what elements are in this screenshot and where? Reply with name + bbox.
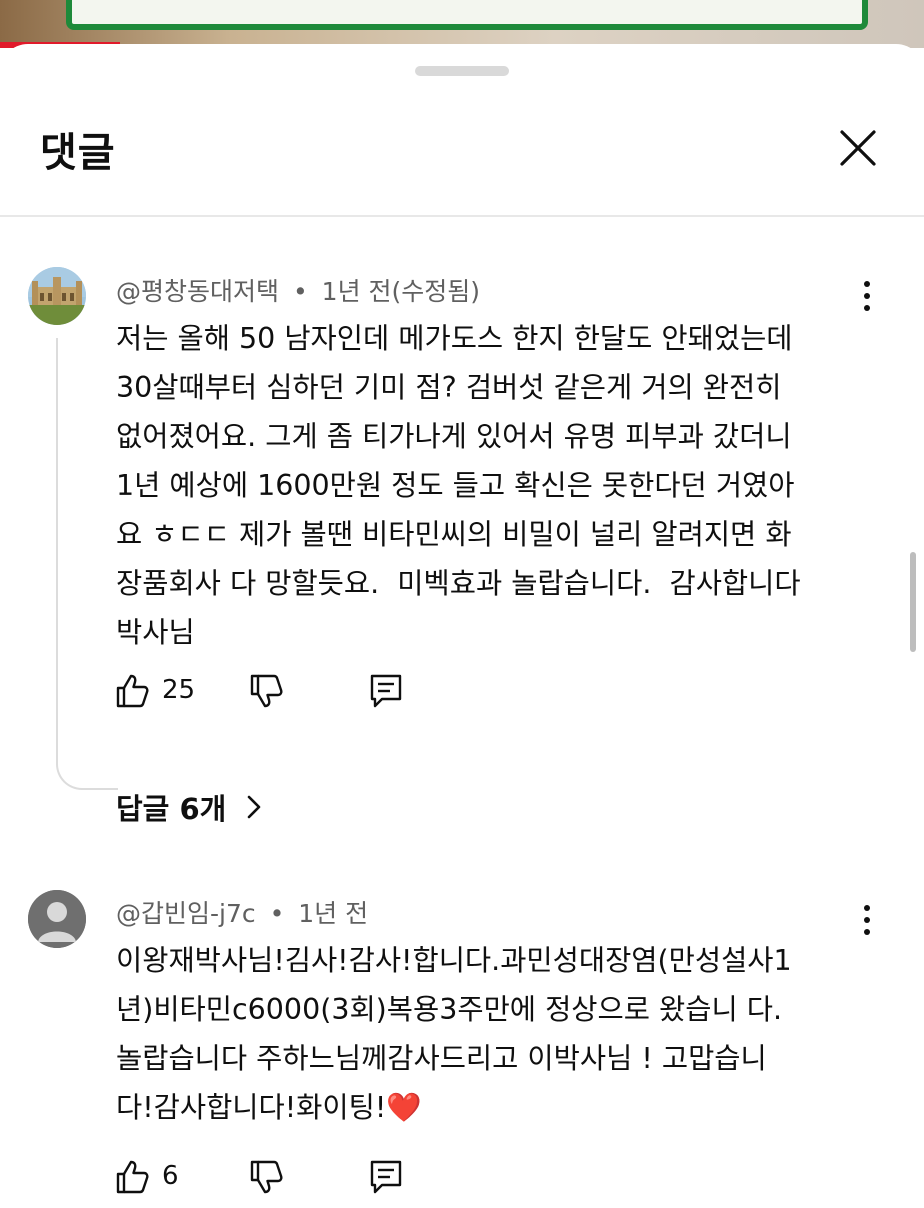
avatar[interactable] bbox=[28, 890, 86, 948]
reply-comment-icon bbox=[370, 1160, 402, 1194]
comment-text: 이왕재박사님!김사!감사!합니다.과민성대장염(만성설사1 년)비타민c6000… bbox=[116, 936, 876, 1132]
comment-time: 1년 전(수정됨) bbox=[321, 277, 481, 306]
more-options-button[interactable] bbox=[850, 276, 884, 316]
meta-separator: • bbox=[269, 899, 285, 928]
like-count: 25 bbox=[162, 675, 196, 705]
thumb-up-icon bbox=[116, 1160, 149, 1194]
reply-button[interactable] bbox=[366, 671, 406, 711]
more-options-button[interactable] bbox=[850, 900, 884, 940]
thumb-down-icon bbox=[250, 674, 283, 708]
comments-sheet: 댓글 @평창동대저택 • 1년 전(수정됨) 저는 올해 50 남자인데 메가도… bbox=[0, 44, 924, 1208]
video-caption-box bbox=[66, 0, 868, 30]
default-avatar-icon bbox=[28, 890, 86, 948]
reply-comment-icon bbox=[370, 674, 402, 708]
comment-actions: 6 bbox=[112, 1157, 452, 1197]
close-icon bbox=[840, 130, 876, 166]
palace-avatar-image bbox=[28, 267, 86, 325]
chevron-right-icon bbox=[247, 795, 261, 819]
comment-time: 1년 전 bbox=[298, 899, 369, 928]
comment-text: 저는 올해 50 남자인데 메가도스 한지 한달도 안돼었는데 30살때부터 심… bbox=[116, 322, 801, 649]
meta-separator: • bbox=[292, 277, 308, 306]
comment-actions: 25 bbox=[112, 671, 452, 711]
reply-button[interactable] bbox=[366, 1157, 406, 1197]
close-button[interactable] bbox=[832, 124, 884, 176]
more-vert-icon bbox=[864, 281, 870, 311]
comment-author[interactable]: @평창동대저택 bbox=[116, 277, 279, 306]
thumb-down-icon bbox=[250, 1160, 283, 1194]
like-button[interactable] bbox=[112, 1157, 152, 1197]
comment-text-body: 이왕재박사님!김사!감사!합니다.과민성대장염(만성설사1 년)비타민c6000… bbox=[116, 944, 792, 1124]
dislike-button[interactable] bbox=[246, 671, 286, 711]
comment-meta: @평창동대저택 • 1년 전(수정됨) bbox=[116, 272, 480, 308]
heart-emoji: ❤️ bbox=[386, 1091, 422, 1124]
header-divider bbox=[0, 215, 924, 217]
comment-meta: @갑빈임-j7c • 1년 전 bbox=[116, 894, 368, 930]
scrollbar[interactable] bbox=[910, 552, 916, 652]
video-background bbox=[0, 0, 924, 48]
view-replies-button[interactable]: 답글 6개 bbox=[116, 786, 226, 828]
replies-expand-button[interactable] bbox=[244, 792, 264, 822]
like-count: 6 bbox=[162, 1161, 179, 1191]
panel-title: 댓글 bbox=[40, 130, 116, 176]
comment-author[interactable]: @갑빈임-j7c bbox=[116, 899, 256, 928]
thumb-up-icon bbox=[116, 674, 149, 708]
avatar[interactable] bbox=[28, 267, 86, 325]
drag-handle[interactable] bbox=[415, 66, 509, 76]
reply-thread-line bbox=[56, 338, 118, 790]
more-vert-icon bbox=[864, 905, 870, 935]
dislike-button[interactable] bbox=[246, 1157, 286, 1197]
like-button[interactable] bbox=[112, 671, 152, 711]
